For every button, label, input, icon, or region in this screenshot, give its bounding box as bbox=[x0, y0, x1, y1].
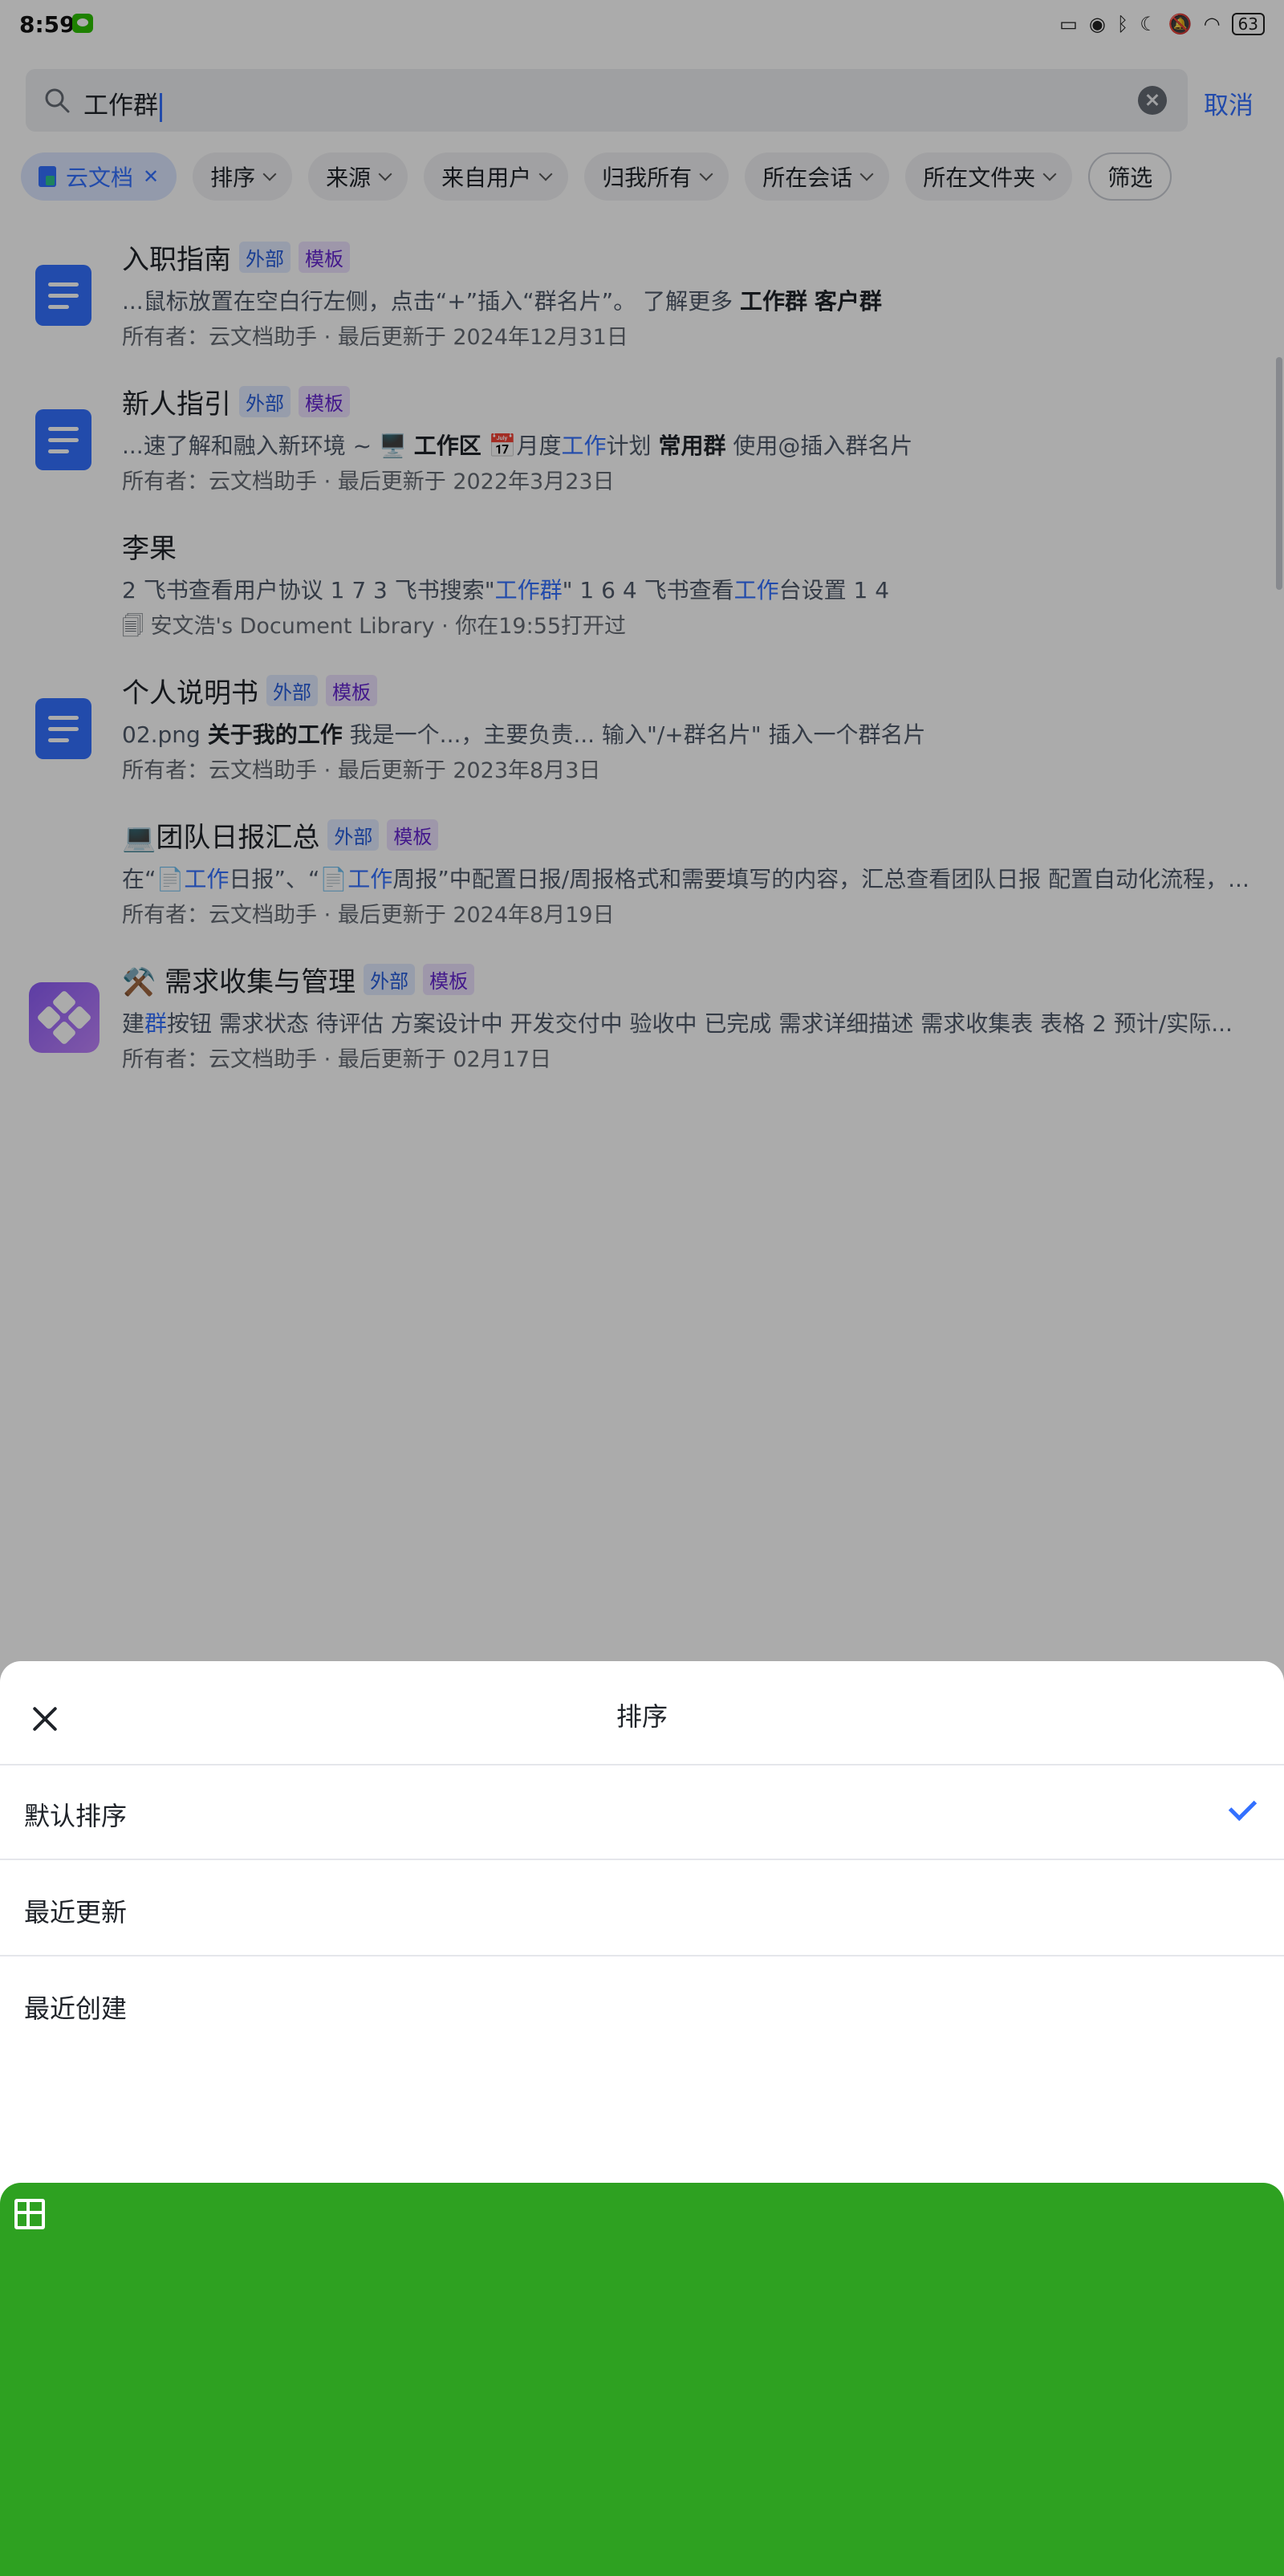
divider bbox=[0, 1955, 1284, 1956]
sort-option-recently-created[interactable]: 最近创建 bbox=[0, 1958, 1284, 2053]
divider bbox=[0, 1859, 1284, 1860]
search-page: 8:59 ▭ ◉ ᛒ ☾ 🔕 ◠ 63 工作群 取消 云文档 ✕ 排序 来源 来… bbox=[0, 0, 1284, 2576]
sheet-title: 排序 bbox=[616, 1701, 668, 1732]
sort-bottom-sheet: 排序 默认排序 最近更新 最近创建 bbox=[0, 1661, 1284, 2054]
sort-option-label: 最近更新 bbox=[24, 1897, 128, 1928]
sheet-icon bbox=[0, 2183, 1284, 2576]
sort-option-recently-updated[interactable]: 最近更新 bbox=[0, 1862, 1284, 1956]
check-icon bbox=[1228, 1792, 1258, 1822]
sort-option-default[interactable]: 默认排序 bbox=[0, 1765, 1284, 1860]
sort-option-label: 默认排序 bbox=[24, 1801, 128, 1831]
sort-option-label: 最近创建 bbox=[24, 1993, 128, 2024]
